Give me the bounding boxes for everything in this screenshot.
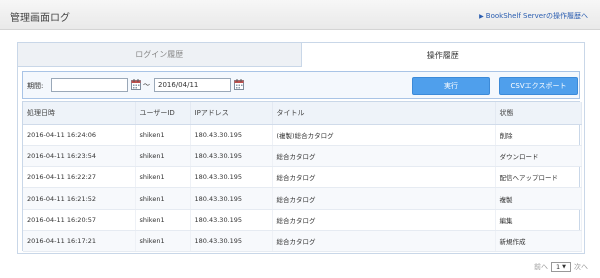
range-separator: ～ <box>143 81 150 89</box>
table-cell: 総合カタログ <box>272 230 496 253</box>
bookshelf-history-link[interactable]: ▶ BookShelf Serverの操作履歴へ <box>479 11 588 21</box>
table-cell: 180.43.30.195 <box>190 145 273 168</box>
bookshelf-history-link-label: BookShelf Serverの操作履歴へ <box>485 12 588 20</box>
table-cell: 複製 <box>495 187 582 210</box>
table-cell: 180.43.30.195 <box>190 187 273 210</box>
next-page-link[interactable]: 次へ <box>574 262 588 272</box>
table-cell: 配信へアップロード <box>495 166 582 189</box>
table-row[interactable]: 2016-04-11 16:22:27 shiken1 180.43.30.19… <box>23 166 582 189</box>
table-row[interactable]: 2016-04-11 16:20:57 shiken1 180.43.30.19… <box>23 209 582 231</box>
log-panel: ログイン履歴 操作履歴 期間: ～ 2016/04/11 実行 CSVエクスポー… <box>17 42 585 254</box>
log-table: 処理日時 ユーザーID IPアドレス タイトル 状態 2016-04-11 16… <box>23 102 582 253</box>
page-header: 管理画面ログ ▶ BookShelf Serverの操作履歴へ <box>0 0 600 30</box>
table-cell: 総合カタログ <box>272 166 496 189</box>
chevron-right-icon: ▶ <box>479 13 484 20</box>
table-cell: 180.43.30.195 <box>190 124 273 146</box>
tab-login-history[interactable]: ログイン履歴 <box>18 43 302 67</box>
tab-login-history-label: ログイン履歴 <box>135 50 184 59</box>
table-cell: 総合カタログ <box>272 209 496 231</box>
table-cell: (複製)総合カタログ <box>272 124 496 146</box>
table-cell: 2016-04-11 16:17:21 <box>23 230 136 253</box>
pagination: 前へ 1 ▼ 次へ <box>534 262 588 272</box>
date-from-input[interactable] <box>51 78 128 92</box>
chevron-down-icon: ▼ <box>562 264 566 270</box>
column-header[interactable]: タイトル <box>272 102 496 125</box>
table-cell: 180.43.30.195 <box>190 209 273 231</box>
calendar-icon[interactable] <box>234 79 244 90</box>
table-cell: shiken1 <box>135 166 191 189</box>
table-cell: 総合カタログ <box>272 145 496 168</box>
table-row[interactable]: 2016-04-11 16:21:52 shiken1 180.43.30.19… <box>23 187 582 210</box>
log-table-container: 処理日時 ユーザーID IPアドレス タイトル 状態 2016-04-11 16… <box>22 101 582 253</box>
table-cell: 2016-04-11 16:20:57 <box>23 209 136 231</box>
period-label: 期間: <box>27 82 44 90</box>
prev-page-link[interactable]: 前へ <box>534 262 548 272</box>
page-select-value: 1 <box>556 263 561 271</box>
csv-export-button[interactable]: CSVエクスポート <box>499 77 578 95</box>
table-cell: 総合カタログ <box>272 187 496 210</box>
column-header[interactable]: 処理日時 <box>23 102 136 125</box>
calendar-icon[interactable] <box>131 79 141 90</box>
table-cell: 削除 <box>495 124 582 146</box>
page-title: 管理画面ログ <box>10 13 70 24</box>
column-header[interactable]: IPアドレス <box>190 102 273 125</box>
date-to-input[interactable] <box>154 78 231 92</box>
table-row[interactable]: 2016-04-11 16:24:06 shiken1 180.43.30.19… <box>23 124 582 146</box>
table-cell: shiken1 <box>135 209 191 231</box>
table-cell: 180.43.30.195 <box>190 166 273 189</box>
tab-operation-history-label: 操作履歴 <box>426 50 459 60</box>
column-header[interactable]: 状態 <box>495 102 582 125</box>
table-cell: ダウンロード <box>495 145 582 168</box>
run-button[interactable]: 実行 <box>412 77 490 95</box>
table-cell: 新規作成 <box>495 230 582 253</box>
table-cell: 編集 <box>495 209 582 231</box>
page-select[interactable]: 1 ▼ <box>551 262 571 272</box>
table-cell: 2016-04-11 16:23:54 <box>23 145 136 168</box>
table-cell: shiken1 <box>135 145 191 168</box>
table-cell: shiken1 <box>135 230 191 253</box>
date-filter-bar: 期間: ～ 実行 CSVエクスポート <box>22 71 580 99</box>
table-cell: 2016-04-11 16:24:06 <box>23 124 136 146</box>
tab-bar: ログイン履歴 操作履歴 <box>18 43 584 67</box>
column-header[interactable]: ユーザーID <box>135 102 191 125</box>
table-cell: 2016-04-11 16:21:52 <box>23 187 136 210</box>
table-header-row: 処理日時 ユーザーID IPアドレス タイトル 状態 <box>23 102 582 125</box>
table-cell: 2016-04-11 16:22:27 <box>23 166 136 189</box>
table-row[interactable]: 2016-04-11 16:23:54 shiken1 180.43.30.19… <box>23 145 582 168</box>
tab-operation-history[interactable]: 操作履歴 <box>301 43 584 67</box>
table-cell: shiken1 <box>135 124 191 146</box>
table-row[interactable]: 2016-04-11 16:17:21 shiken1 180.43.30.19… <box>23 230 582 253</box>
table-cell: 180.43.30.195 <box>190 230 273 253</box>
table-cell: shiken1 <box>135 187 191 210</box>
